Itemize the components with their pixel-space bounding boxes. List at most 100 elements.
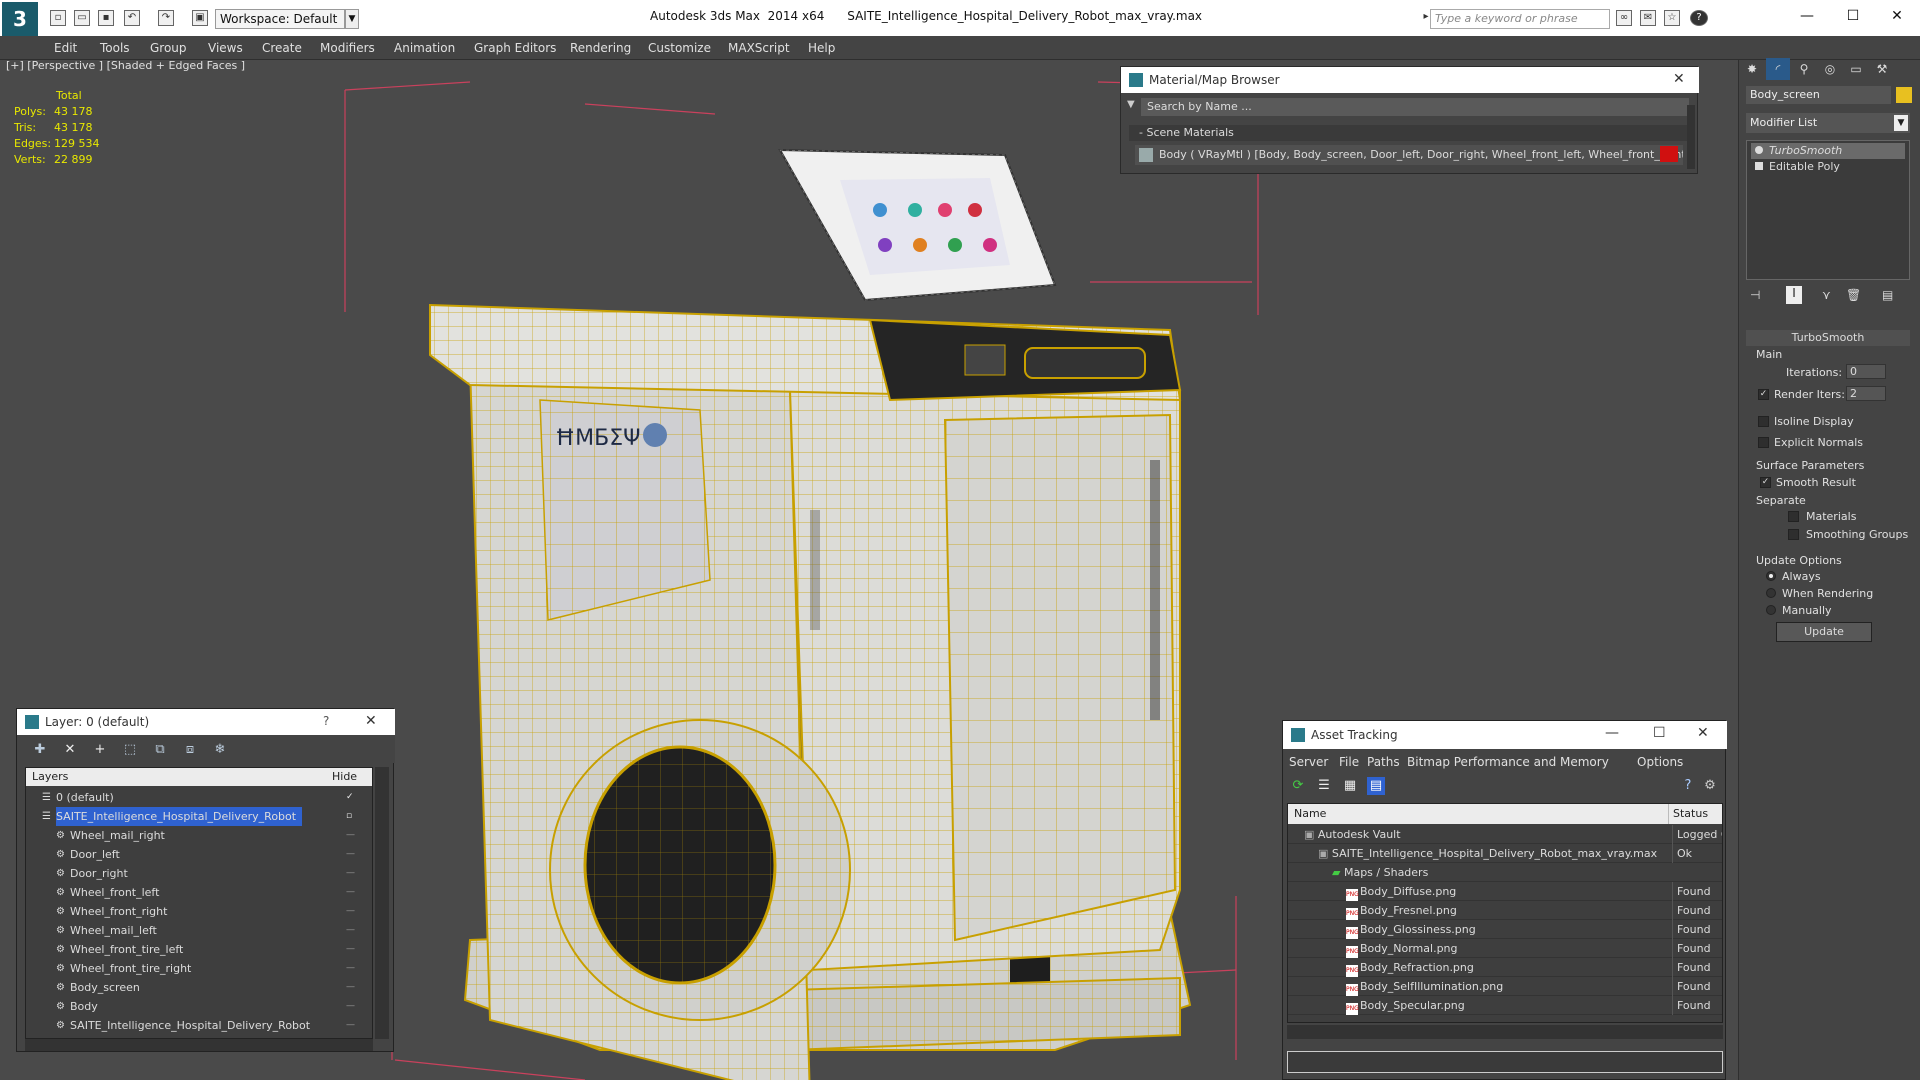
hide-toggle-icon[interactable]: ✓: [346, 788, 354, 807]
hide-toggle-icon[interactable]: —: [346, 864, 355, 883]
layer-help-icon[interactable]: ?: [323, 714, 329, 728]
menu-server[interactable]: Server: [1289, 755, 1328, 769]
pin-stack-icon[interactable]: ⊣: [1750, 288, 1760, 302]
menu-help[interactable]: Help: [808, 41, 835, 55]
layer-list-horizontal-scrollbar[interactable]: [25, 1039, 373, 1051]
asset-settings-icon[interactable]: ⚙: [1701, 777, 1719, 795]
keyword-search-input[interactable]: Type a keyword or phrase: [1430, 9, 1610, 29]
layer-panel-close-icon[interactable]: ✕: [365, 713, 377, 729]
layer-row[interactable]: ⚙ Wheel_front_left —: [26, 883, 362, 902]
configure-modifier-sets-icon[interactable]: ▤: [1882, 288, 1893, 302]
close-button[interactable]: ✕: [1874, 0, 1920, 32]
workspace-dropdown-arrow-icon[interactable]: ▼: [345, 9, 359, 29]
layer-row[interactable]: ⚙ Body —: [26, 997, 362, 1016]
stack-item-editable-poly[interactable]: Editable Poly: [1751, 159, 1905, 175]
asset-row[interactable]: PNGBody_Normal.png Found: [1288, 939, 1722, 958]
render-iters-checkbox[interactable]: ✓: [1758, 389, 1769, 400]
layer-row[interactable]: ⚙ Wheel_front_tire_left —: [26, 940, 362, 959]
freeze-all-layers-icon[interactable]: ❄: [211, 741, 229, 759]
redo-icon[interactable]: ↷: [158, 10, 174, 26]
layer-row[interactable]: ⚙ Wheel_mail_right —: [26, 826, 362, 845]
material-row[interactable]: Body ( VRayMtl ) [Body, Body_screen, Doo…: [1135, 145, 1683, 165]
list-view-icon[interactable]: ☰: [1315, 777, 1333, 795]
material-browser-scrollbar[interactable]: [1687, 105, 1695, 169]
maximize-button[interactable]: ☐: [1830, 0, 1876, 32]
menu-tools[interactable]: Tools: [100, 41, 130, 55]
layers-column-header[interactable]: Layers: [32, 768, 68, 786]
asset-row[interactable]: PNGBody_Specular.png Found: [1288, 996, 1722, 1015]
asset-row[interactable]: ▣ Autodesk Vault Logged O: [1288, 825, 1722, 844]
project-folder-icon[interactable]: ▣: [192, 10, 208, 26]
menu-paths[interactable]: Paths: [1367, 755, 1400, 769]
create-layer-icon[interactable]: ✚: [31, 741, 49, 759]
update-when-rendering-radio[interactable]: [1766, 588, 1776, 598]
stack-item-turbosmooth[interactable]: TurboSmooth: [1751, 143, 1905, 159]
select-in-layer-icon[interactable]: ⬚: [121, 741, 139, 759]
asset-maximize-button[interactable]: ☐: [1653, 725, 1666, 741]
asset-row[interactable]: PNGBody_SelfIllumination.png Found: [1288, 977, 1722, 996]
modifier-list-arrow-icon[interactable]: ▼: [1894, 115, 1908, 131]
hide-toggle-icon[interactable]: —: [346, 845, 355, 864]
menu-edit[interactable]: Edit: [54, 41, 77, 55]
layer-row[interactable]: ⚙ Door_left —: [26, 845, 362, 864]
thumbnail-view-icon[interactable]: ▦: [1341, 777, 1359, 795]
workspace-dropdown[interactable]: Workspace: Default: [215, 9, 345, 29]
material-search-input[interactable]: Search by Name ...: [1141, 98, 1689, 116]
hide-toggle-icon[interactable]: —: [346, 883, 355, 902]
render-iters-spinner[interactable]: 2: [1846, 386, 1886, 401]
menu-customize[interactable]: Customize: [648, 41, 711, 55]
open-file-icon[interactable]: ▭: [74, 10, 90, 26]
communication-center-icon[interactable]: ✉: [1640, 10, 1656, 26]
menu-create[interactable]: Create: [262, 41, 302, 55]
menu-modifiers[interactable]: Modifiers: [320, 41, 375, 55]
refresh-icon[interactable]: ⟳: [1289, 777, 1307, 795]
explicit-normals-checkbox[interactable]: [1758, 437, 1769, 448]
object-name-field[interactable]: Body_screen: [1746, 86, 1891, 104]
asset-row[interactable]: PNGBody_Fresnel.png Found: [1288, 901, 1722, 920]
asset-close-button[interactable]: ✕: [1697, 725, 1709, 741]
modify-tab-icon[interactable]: ◜: [1766, 58, 1790, 80]
viewport-label[interactable]: [+] [Perspective ] [Shaded + Edged Faces…: [6, 59, 245, 72]
menu-maxscript[interactable]: MAXScript: [728, 41, 790, 55]
layer-row[interactable]: ⚙ Door_right —: [26, 864, 362, 883]
binoculars-icon[interactable]: ∞: [1616, 10, 1632, 26]
layer-row[interactable]: ⚙ SAITE_Intelligence_Hospital_Delivery_Ro…: [26, 1016, 362, 1035]
layer-row[interactable]: ⚙ Wheel_mail_left —: [26, 921, 362, 940]
menu-options[interactable]: Options: [1637, 755, 1683, 769]
iterations-spinner[interactable]: 0: [1846, 364, 1886, 379]
menu-views[interactable]: Views: [208, 41, 243, 55]
hide-toggle-icon[interactable]: —: [346, 997, 355, 1016]
menu-rendering[interactable]: Rendering: [570, 41, 631, 55]
asset-help-icon[interactable]: ?: [1679, 777, 1697, 795]
delete-layer-icon[interactable]: ✕: [61, 741, 79, 759]
minimize-button[interactable]: —: [1784, 0, 1830, 32]
layer-row[interactable]: ⚙ Wheel_front_tire_right —: [26, 959, 362, 978]
show-end-result-icon[interactable]: Ⅰ: [1786, 286, 1802, 304]
hierarchy-tab-icon[interactable]: ⚲: [1792, 58, 1816, 80]
menu-group[interactable]: Group: [150, 41, 187, 55]
menu-triangle-icon[interactable]: ▼: [1127, 99, 1135, 110]
smooth-result-checkbox[interactable]: ✓: [1760, 477, 1771, 488]
name-column-header[interactable]: Name: [1294, 804, 1326, 824]
app-logo-icon[interactable]: 3: [2, 2, 38, 36]
undo-icon[interactable]: ↶: [124, 10, 140, 26]
asset-row[interactable]: PNGBody_Refraction.png Found: [1288, 958, 1722, 977]
separate-materials-checkbox[interactable]: [1788, 511, 1799, 522]
hide-toggle-icon[interactable]: ▫: [346, 807, 352, 826]
lightbulb-icon[interactable]: [1755, 146, 1763, 154]
update-manually-radio[interactable]: [1766, 605, 1776, 615]
table-view-icon[interactable]: ▤: [1367, 777, 1385, 795]
create-tab-icon[interactable]: ✸: [1740, 58, 1764, 80]
scene-materials-section[interactable]: - Scene Materials: [1129, 125, 1689, 141]
utilities-tab-icon[interactable]: ⚒: [1870, 58, 1894, 80]
turbosmooth-rollout-header[interactable]: TurboSmooth: [1746, 330, 1910, 346]
menu-animation[interactable]: Animation: [394, 41, 455, 55]
hide-toggle-icon[interactable]: —: [346, 902, 355, 921]
asset-row[interactable]: PNGBody_Glossiness.png Found: [1288, 920, 1722, 939]
highlight-layer-icon[interactable]: ⧉: [151, 741, 169, 759]
remove-modifier-icon[interactable]: 🗑: [1846, 288, 1861, 302]
hide-all-layers-icon[interactable]: ⧈: [181, 741, 199, 759]
layer-row[interactable]: ⚙ Wheel_front_right —: [26, 902, 362, 921]
layer-row[interactable]: ⚙ Body_screen —: [26, 978, 362, 997]
hide-column-header[interactable]: Hide: [332, 768, 357, 786]
